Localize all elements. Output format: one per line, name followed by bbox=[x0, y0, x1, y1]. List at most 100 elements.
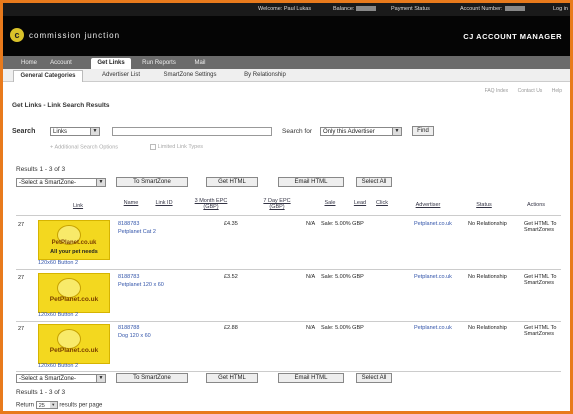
advertiser-link[interactable]: Petplanet.co.uk bbox=[414, 274, 452, 280]
col-click[interactable]: Click bbox=[373, 200, 391, 206]
account-label: Account Number: bbox=[460, 6, 503, 12]
link-banner-image[interactable]: PetPlanet.co.uk bbox=[38, 324, 110, 364]
col-sale[interactable]: Sale bbox=[321, 200, 339, 206]
link-id[interactable]: 8188783 bbox=[118, 221, 139, 227]
col-name[interactable]: Name bbox=[121, 200, 141, 206]
chevron-down-icon: ▼ bbox=[392, 128, 401, 135]
get-html-button[interactable]: Get HTML bbox=[206, 177, 258, 187]
select-all-button[interactable]: Select All bbox=[356, 177, 392, 187]
chevron-down-icon: ▼ bbox=[49, 402, 57, 408]
sale-commission: Sale: 5.00% GBP bbox=[321, 274, 364, 280]
row-action-link[interactable]: Get HTML To SmartZones bbox=[524, 274, 560, 286]
chevron-down-icon: ▼ bbox=[90, 128, 99, 135]
row-number: 27 bbox=[18, 326, 25, 332]
smartzone-select-value: -Select a SmartZone- bbox=[19, 376, 77, 382]
additional-options-link[interactable]: + Additional Search Options bbox=[50, 144, 118, 150]
brand-name: commission junction bbox=[29, 31, 121, 40]
payment-status-link[interactable]: Payment Status bbox=[391, 6, 430, 12]
contact-link[interactable]: Contact Us bbox=[518, 88, 543, 94]
subtab-by-relationship[interactable]: By Relationship bbox=[235, 70, 295, 81]
table-row: 27 PetPlanet.co.uk All your pet needs 12… bbox=[16, 215, 561, 270]
link-name[interactable]: Petplanet 120 x 60 bbox=[118, 282, 164, 288]
sale-commission: Sale: 5.00% GBP bbox=[321, 221, 364, 227]
tab-mail[interactable]: Mail bbox=[189, 58, 211, 69]
brand-header: c commission junction CJ ACCOUNT MANAGER bbox=[3, 16, 570, 56]
col-status[interactable]: Status bbox=[471, 202, 497, 208]
search-type-value: Links bbox=[53, 129, 68, 135]
search-type-select[interactable]: Links ▼ bbox=[50, 127, 100, 136]
banner-text: PetPlanet.co.uk bbox=[51, 240, 97, 246]
advertiser-link[interactable]: Petplanet.co.uk bbox=[414, 325, 452, 331]
tab-account[interactable]: Account bbox=[45, 58, 77, 69]
faq-link[interactable]: FAQ Index bbox=[485, 88, 509, 94]
row-number: 27 bbox=[18, 275, 25, 281]
link-banner-image[interactable]: PetPlanet.co.uk All your pet needs bbox=[38, 220, 110, 260]
limited-links-option[interactable]: Limited Link Types bbox=[149, 144, 203, 150]
per-page-value: 25 bbox=[38, 403, 45, 409]
subtab-general-categories[interactable]: General Categories bbox=[13, 70, 83, 82]
link-name[interactable]: Dog 120 x 60 bbox=[118, 333, 151, 339]
search-options-row: + Additional Search Options Limited Link… bbox=[50, 144, 203, 150]
additional-options-text: Additional Search Options bbox=[54, 144, 119, 151]
relationship-status: No Relationship bbox=[468, 221, 507, 227]
col-link-id[interactable]: Link ID bbox=[151, 200, 177, 206]
advertiser-link[interactable]: Petplanet.co.uk bbox=[414, 221, 452, 227]
row-number: 27 bbox=[18, 222, 25, 228]
product-title: CJ ACCOUNT MANAGER bbox=[463, 32, 562, 41]
get-html-button[interactable]: Get HTML bbox=[206, 373, 258, 383]
chevron-down-icon: ▼ bbox=[96, 375, 105, 382]
search-input[interactable] bbox=[112, 127, 272, 136]
col-epc-7day[interactable]: 7 Day EPC (GBP) bbox=[259, 198, 295, 210]
get-html-label: Get HTML bbox=[218, 179, 246, 185]
email-html-button[interactable]: Email HTML bbox=[278, 373, 344, 383]
smartzone-select[interactable]: -Select a SmartZone- ▼ bbox=[16, 178, 106, 187]
per-page-select[interactable]: 25 ▼ bbox=[35, 401, 58, 409]
search-scope-select[interactable]: Only this Advertiser ▼ bbox=[320, 127, 402, 136]
results-summary-top: Results 1 - 3 of 3 bbox=[16, 166, 66, 173]
epc-7day-value: N/A bbox=[306, 274, 316, 280]
checkbox-icon bbox=[149, 144, 156, 150]
epc-3month-value: £4.35 bbox=[224, 221, 238, 227]
banner-size-link[interactable]: 120x60 Button 2 bbox=[38, 363, 78, 369]
smartzone-select[interactable]: -Select a SmartZone- ▼ bbox=[16, 374, 106, 383]
main-nav: Home Account Get Links Run Reports Mail bbox=[3, 56, 570, 69]
col-epc-3month[interactable]: 3 Month EPC (GBP) bbox=[191, 198, 231, 210]
per-page-row: Return 25 ▼ results per page bbox=[16, 401, 102, 409]
col-lead[interactable]: Lead bbox=[351, 200, 369, 206]
smartzone-select-value: -Select a SmartZone- bbox=[19, 180, 77, 186]
table-row: 27 PetPlanet.co.uk 120x60 Button 2 81887… bbox=[16, 321, 561, 372]
per-page-suffix: results per page bbox=[59, 402, 103, 409]
subtab-advertiser-list[interactable]: Advertiser List bbox=[93, 70, 149, 81]
col-advertiser[interactable]: Advertiser bbox=[408, 202, 448, 208]
banner-size-link[interactable]: 120x60 Button 2 bbox=[38, 260, 78, 266]
tab-get-links[interactable]: Get Links bbox=[91, 58, 131, 69]
to-smartzone-button[interactable]: To SmartZone bbox=[116, 373, 188, 383]
search-scope-value: Only this Advertiser bbox=[323, 129, 375, 135]
email-html-button[interactable]: Email HTML bbox=[278, 177, 344, 187]
sub-nav: General Categories Advertiser List Smart… bbox=[3, 69, 570, 82]
link-id[interactable]: 8188788 bbox=[118, 325, 139, 331]
search-row: Search Links ▼ Search for Only this Adver… bbox=[12, 126, 562, 138]
col-link[interactable]: Link bbox=[63, 203, 93, 209]
to-smartzone-label: To SmartZone bbox=[133, 179, 171, 185]
link-name[interactable]: Petplanet Cat 2 bbox=[118, 229, 156, 235]
top-bar: Welcome: Paul Lukas Balance: Payment Sta… bbox=[3, 3, 570, 16]
page-title: Get Links - Link Search Results bbox=[12, 102, 110, 109]
row-action-link[interactable]: Get HTML To SmartZones bbox=[524, 221, 560, 233]
cj-logo-icon: c bbox=[10, 28, 24, 42]
subtab-smartzone-settings[interactable]: SmartZone Settings bbox=[155, 70, 225, 81]
epc-7day-value: N/A bbox=[306, 221, 316, 227]
row-action-link[interactable]: Get HTML To SmartZones bbox=[524, 325, 560, 337]
tab-run-reports[interactable]: Run Reports bbox=[139, 58, 179, 69]
link-id[interactable]: 8188783 bbox=[118, 274, 139, 280]
find-button[interactable]: Find bbox=[412, 126, 434, 136]
to-smartzone-button[interactable]: To SmartZone bbox=[116, 177, 188, 187]
logout-link[interactable]: Log in bbox=[553, 6, 568, 12]
tab-home[interactable]: Home bbox=[17, 58, 41, 69]
help-link[interactable]: Help bbox=[552, 88, 562, 94]
epc-3month-value: £3.52 bbox=[224, 274, 238, 280]
banner-text: PetPlanet.co.uk bbox=[49, 347, 99, 354]
link-banner-image[interactable]: PetPlanet.co.uk bbox=[38, 273, 110, 313]
select-all-button[interactable]: Select All bbox=[356, 373, 392, 383]
banner-size-link[interactable]: 120x60 Button 2 bbox=[38, 312, 78, 318]
